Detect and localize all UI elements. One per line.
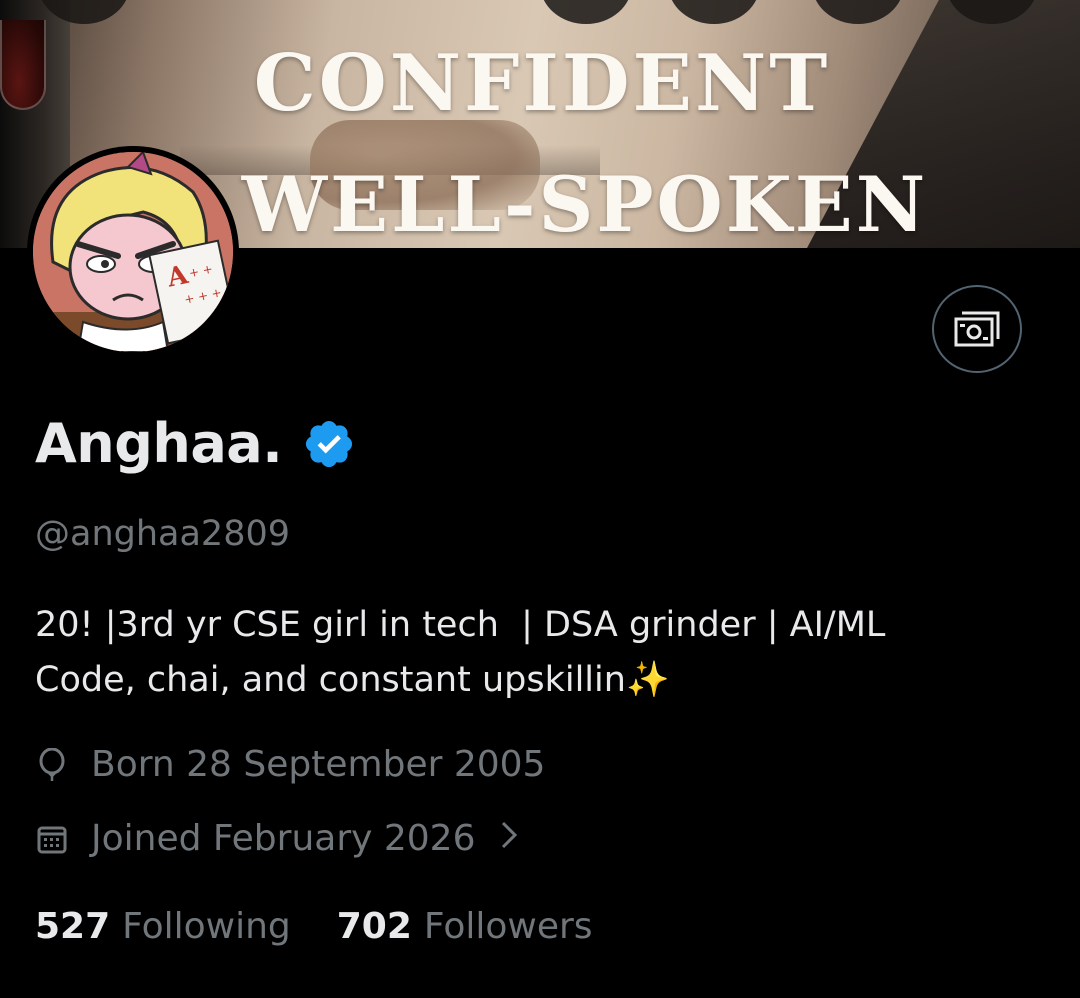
birthday-row: Born 28 September 2005 [35,744,545,785]
joined-row[interactable]: Joined February 2026 [35,818,518,859]
following-label: Following [122,906,291,947]
calendar-icon [35,822,69,856]
balloon-icon [35,747,69,782]
followers-label: Followers [423,906,593,947]
name-row: Anghaa. [35,412,356,475]
following-link[interactable]: 527 Following [35,906,291,947]
avatar[interactable]: A + + + + + [27,146,239,358]
avatar-image: A + + + + + [33,152,233,352]
follow-stats: 527 Following 702 Followers [35,906,639,947]
banner-text-line1: CONFIDENT [253,38,831,129]
chevron-right-icon[interactable] [500,819,518,859]
following-count: 527 [35,906,111,947]
top-action-button[interactable] [540,0,632,24]
followers-link[interactable]: 702 Followers [337,906,593,947]
sparkles-emoji: ✨ [625,660,670,700]
bio: 20! |3rd yr CSE girl in tech | DSA grind… [35,598,885,708]
verified-badge-icon[interactable] [302,417,356,471]
tip-button[interactable] [932,285,1022,373]
birthday-text: Born 28 September 2005 [91,744,546,785]
bio-line-1: 20! |3rd yr CSE girl in tech | DSA grind… [35,605,886,645]
top-action-button[interactable] [668,0,760,24]
money-icon [954,311,1000,347]
top-action-button[interactable] [812,0,904,24]
display-name: Anghaa. [35,412,283,475]
avatar-illustration: A + + + + + [33,152,233,352]
joined-text: Joined February 2026 [91,818,476,859]
user-handle: @anghaa2809 [35,514,290,554]
followers-count: 702 [336,906,412,947]
bio-line-2: Code, chai, and constant upskillin [35,660,626,700]
